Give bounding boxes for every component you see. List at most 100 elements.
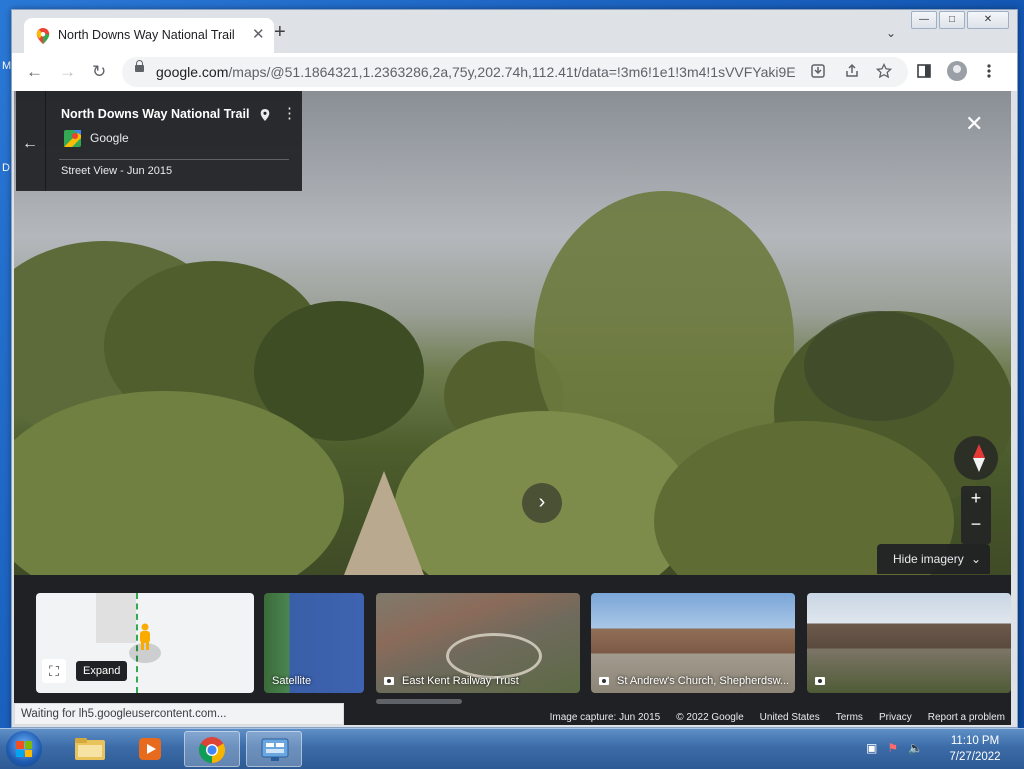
expand-tooltip: Expand — [76, 661, 128, 681]
reload-button[interactable]: ↻ — [92, 62, 106, 82]
filmstrip-scrollbar[interactable] — [376, 699, 462, 704]
camera-icon — [599, 677, 609, 685]
expand-icon[interactable]: ⛶ — [42, 659, 66, 683]
start-button[interactable] — [6, 731, 42, 767]
terms-link[interactable]: Terms — [836, 712, 863, 723]
clock-time: 11:10 PM — [950, 735, 1000, 747]
photo-thumbnail[interactable]: East Kent Railway Trust — [376, 593, 580, 693]
thumbnail-label: East Kent Railway Trust — [384, 675, 519, 687]
google-maps-logo-icon — [64, 130, 81, 147]
map-building — [96, 593, 136, 643]
folder-icon — [75, 738, 105, 760]
maps-pin-icon — [36, 28, 50, 44]
minimize-button[interactable]: — — [911, 11, 937, 29]
chrome-icon — [198, 737, 226, 764]
back-arrow-icon[interactable]: ← — [22, 135, 38, 153]
photo-thumbnail[interactable] — [807, 593, 1011, 693]
taskbar: ▣ ⚑ 🔈 11:10 PM 7/27/2022 — [0, 728, 1024, 769]
forward-button[interactable]: → — [59, 62, 76, 82]
browser-toolbar: ← → ↻ google.com/maps/@51.1864321,1.2363… — [12, 53, 1017, 92]
lock-icon[interactable] — [135, 60, 144, 72]
location-pin-icon[interactable] — [260, 109, 270, 121]
maximize-button[interactable]: □ — [939, 11, 965, 29]
desktop-icon-label: D — [2, 162, 10, 174]
zoom-out-button[interactable]: − — [961, 514, 991, 535]
install-icon[interactable] — [810, 63, 826, 79]
street-view-panorama[interactable]: ← North Downs Way National Trail ⋮ Googl… — [14, 91, 1011, 575]
tab-strip: North Downs Way National Trail ✕ + ⌄ — □… — [12, 10, 1017, 53]
side-panel-icon[interactable] — [916, 63, 932, 79]
url-path: /maps/@51.1864321,1.2363286,2a,75y,202.7… — [228, 64, 796, 80]
camera-icon — [384, 677, 394, 685]
place-title[interactable]: North Downs Way National Trail — [61, 107, 249, 121]
pegman-icon[interactable] — [138, 623, 152, 651]
provider-label: Google — [90, 131, 129, 145]
privacy-link[interactable]: Privacy — [879, 712, 912, 723]
profile-icon[interactable] — [947, 61, 967, 81]
clock-date: 7/27/2022 — [949, 751, 1001, 763]
tab-close-icon[interactable]: ✕ — [252, 25, 265, 43]
close-street-view-icon[interactable]: ✕ — [965, 111, 983, 137]
thumbnail-label: Satellite — [272, 675, 312, 687]
hide-imagery-label: Hide imagery — [893, 552, 964, 566]
browser-window: North Downs Way National Trail ✕ + ⌄ — □… — [11, 9, 1018, 728]
zoom-control: + − — [961, 486, 991, 544]
maps-viewport[interactable]: ← North Downs Way National Trail ⋮ Googl… — [14, 91, 1011, 725]
bookmark-star-icon[interactable] — [876, 63, 892, 79]
tab-search-chevron-icon[interactable]: ⌄ — [886, 26, 896, 40]
taskbar-clock[interactable]: 11:10 PM 7/27/2022 — [940, 733, 1010, 765]
action-center-flag-icon[interactable]: ⚑ — [887, 741, 898, 755]
image-capture-date: Image capture: Jun 2015 — [549, 712, 661, 723]
menu-icon[interactable] — [982, 63, 996, 79]
region-link[interactable]: United States — [760, 712, 820, 723]
system-tray: ▣ ⚑ 🔈 — [866, 741, 923, 755]
imagery-date: Street View - Jun 2015 — [61, 165, 173, 177]
compass-south-needle — [973, 458, 985, 472]
url-host: google.com — [156, 64, 229, 80]
media-player-icon — [139, 738, 161, 760]
place-info-card: ← North Downs Way National Trail ⋮ Googl… — [16, 91, 302, 191]
compass-north-needle — [973, 444, 985, 458]
back-button[interactable]: ← — [26, 62, 43, 82]
hide-imagery-button[interactable]: Hide imagery ⌄ — [877, 544, 990, 574]
navigate-forward-arrow[interactable]: › — [522, 483, 562, 523]
control-panel-taskbar-button[interactable] — [246, 731, 302, 767]
minimap-thumbnail[interactable]: ⛶ Expand — [36, 593, 254, 693]
satellite-thumbnail[interactable]: Satellite — [264, 593, 364, 693]
copyright: © 2022 Google — [676, 712, 744, 723]
card-separator — [59, 159, 289, 160]
chrome-taskbar-button[interactable] — [184, 731, 240, 767]
leaf-blur — [804, 311, 954, 421]
explorer-taskbar-button[interactable] — [62, 731, 118, 767]
more-options-icon[interactable]: ⋮ — [282, 106, 297, 121]
thumbnail-title: St Andrew's Church, Shepherdsw... — [617, 675, 790, 687]
window-controls: — □ ✕ — [911, 11, 1009, 29]
media-player-taskbar-button[interactable] — [122, 731, 178, 767]
tab-maps[interactable]: North Downs Way National Trail ✕ — [24, 18, 274, 53]
card-divider — [45, 91, 46, 191]
volume-icon[interactable]: 🔈 — [908, 741, 923, 755]
new-tab-button[interactable]: + — [274, 22, 286, 42]
window-close-button[interactable]: ✕ — [967, 11, 1009, 29]
zoom-in-button[interactable]: + — [961, 488, 991, 509]
camera-icon — [815, 677, 825, 685]
thumbnail-title: East Kent Railway Trust — [402, 675, 519, 687]
thumbnail-label: St Andrew's Church, Shepherdsw... — [599, 675, 789, 687]
address-bar[interactable]: google.com/maps/@51.1864321,1.2363286,2a… — [122, 57, 908, 87]
control-panel-icon — [261, 738, 289, 761]
desktop-icon-label: M — [2, 60, 12, 72]
share-icon[interactable] — [844, 63, 860, 79]
photo-thumbnail[interactable]: St Andrew's Church, Shepherdsw... — [591, 593, 795, 693]
thumbnail-label — [815, 675, 833, 687]
railway-turntable — [446, 633, 542, 679]
windows-logo-icon — [16, 741, 32, 757]
url-text[interactable]: google.com/maps/@51.1864321,1.2363286,2a… — [156, 64, 796, 80]
compass-icon[interactable] — [954, 436, 998, 480]
report-problem-link[interactable]: Report a problem — [928, 712, 1005, 723]
map-footer: Image capture: Jun 2015 © 2022 Google Un… — [550, 712, 1005, 723]
network-icon[interactable]: ▣ — [866, 741, 877, 755]
footpath — [344, 471, 424, 575]
status-bubble: Waiting for lh5.googleusercontent.com... — [14, 703, 344, 725]
tab-title: North Downs Way National Trail — [58, 28, 235, 42]
chevron-down-icon: ⌄ — [971, 552, 982, 566]
